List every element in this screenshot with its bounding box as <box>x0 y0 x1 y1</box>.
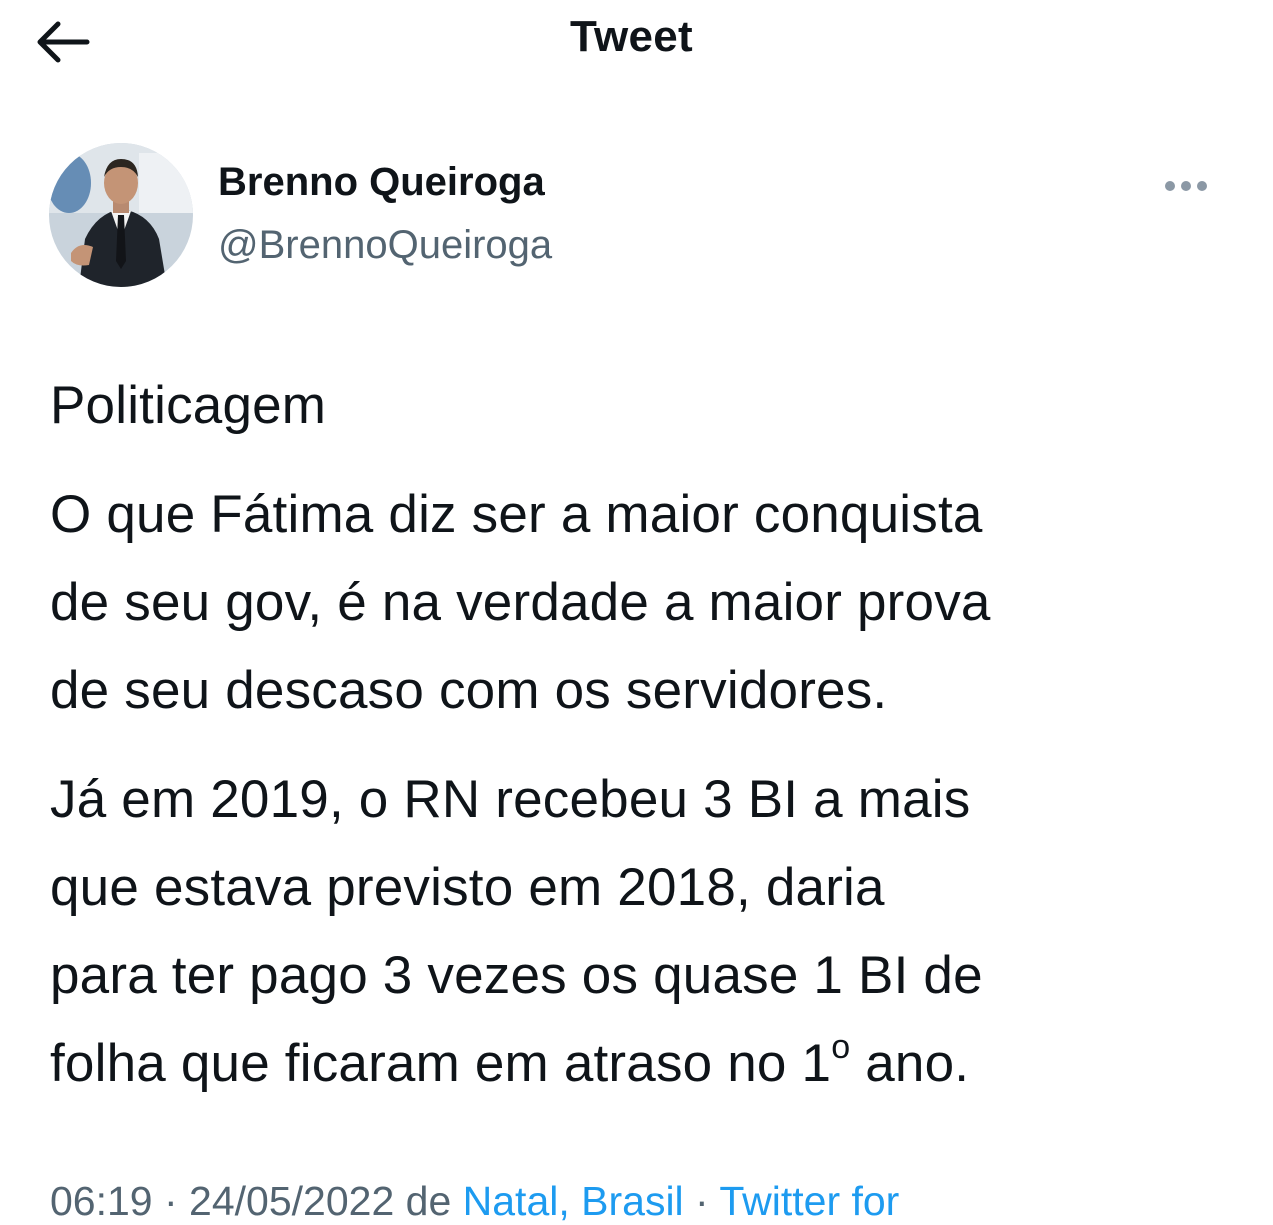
tweet-source-link[interactable]: Twitter for <box>719 1178 899 1224</box>
more-horizontal-icon <box>1165 181 1207 191</box>
tweet-line: O que Fátima diz ser a maior conquista <box>50 485 983 544</box>
top-bar: Tweet <box>0 0 1273 84</box>
author-display-name[interactable]: Brenno Queiroga <box>218 160 545 205</box>
avatar-photo <box>49 143 193 287</box>
tweet-text: Politicagem O que Fátima diz ser a maior… <box>50 362 1250 1108</box>
tweet-line: que estava previsto em 2018, daria <box>50 858 885 917</box>
tweet-line: Politicagem <box>50 376 327 435</box>
tweet-time[interactable]: 06:19 <box>50 1178 153 1224</box>
avatar[interactable] <box>49 143 193 287</box>
meta-from-text: de <box>394 1178 463 1224</box>
tweet-line: Já em 2019, o RN recebeu 3 BI a mais <box>50 770 971 829</box>
tweet-line: para ter pago 3 vezes os quase 1 BI de <box>50 946 983 1005</box>
meta-separator: · <box>683 1178 720 1224</box>
tweet-date[interactable]: 24/05/2022 <box>189 1178 394 1224</box>
more-options-button[interactable] <box>1158 168 1214 204</box>
meta-separator: · <box>152 1178 190 1224</box>
tweet-line: de seu gov, é na verdade a maior prova <box>50 573 991 632</box>
tweet-line: de seu descaso com os servidores. <box>50 661 888 720</box>
page-title: Tweet <box>570 12 693 61</box>
tweet-text-segment: ano. <box>850 1034 970 1093</box>
tweet-location-link[interactable]: Natal, Brasil <box>463 1178 684 1224</box>
tweet-text-segment: folha que ficaram em atraso no 1 <box>50 1034 832 1093</box>
tweet-line: folha que ficaram em atraso no 1o ano. <box>50 1020 1250 1108</box>
author-handle[interactable]: @BrennoQueiroga <box>218 223 552 268</box>
ordinal-superscript: o <box>831 1028 851 1067</box>
